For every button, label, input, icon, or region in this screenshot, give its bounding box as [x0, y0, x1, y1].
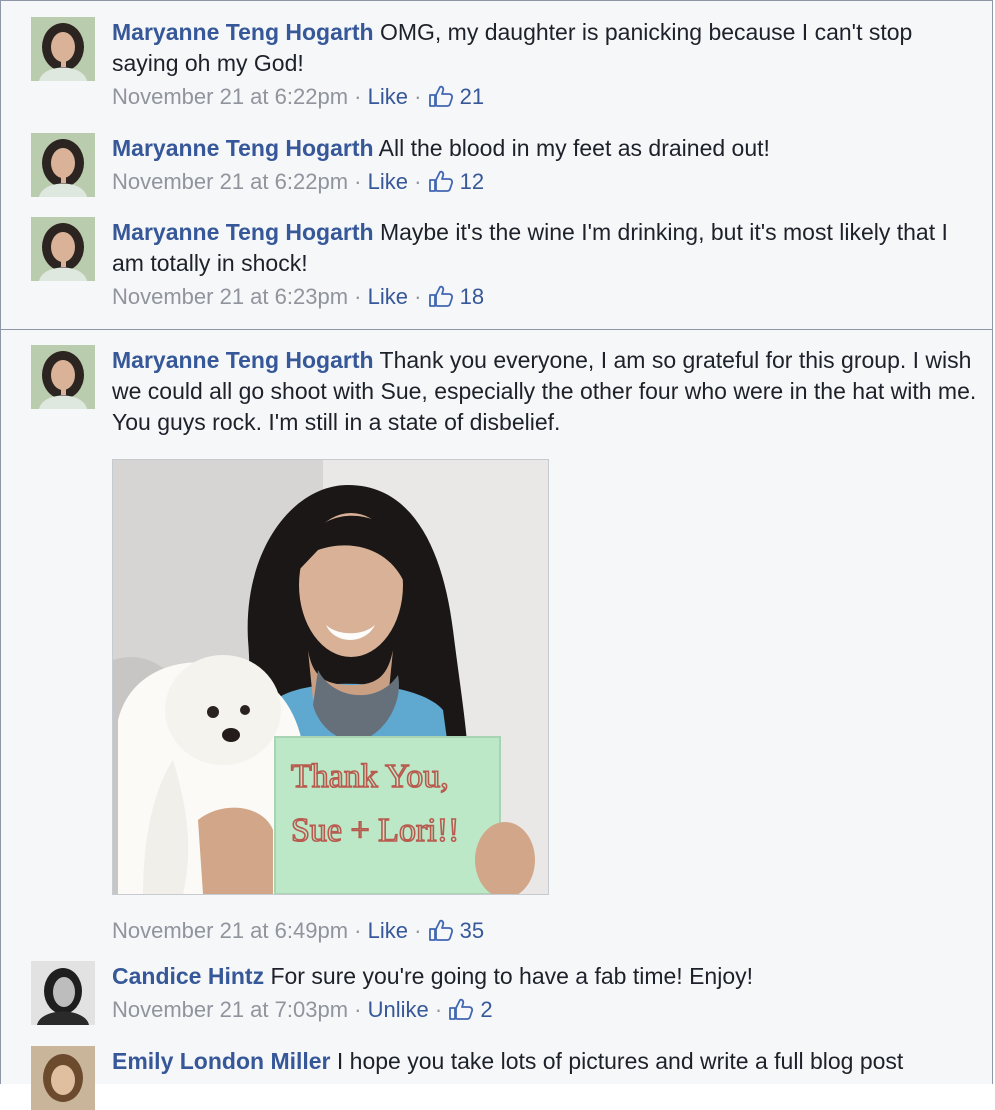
author-name[interactable]: Maryanne Teng Hogarth — [112, 347, 374, 373]
like-count[interactable]: 35 — [460, 918, 484, 943]
avatar[interactable] — [31, 961, 95, 1025]
sign-text-line1: Thank You, — [291, 758, 449, 795]
avatar[interactable] — [31, 133, 95, 197]
timestamp[interactable]: November 21 at 7:03pm — [112, 997, 348, 1022]
like-count[interactable]: 2 — [480, 997, 492, 1022]
author-name[interactable]: Emily London Miller — [112, 1048, 331, 1074]
comment-meta: November 21 at 6:49pm · Like · 35 — [112, 916, 978, 946]
separator: · — [348, 169, 368, 194]
comment-text: All the blood in my feet as drained out! — [378, 135, 770, 161]
comments-panel-main: Maryanne Teng Hogarth Thank you everyone… — [0, 329, 993, 1110]
like-link[interactable]: Like — [368, 284, 408, 309]
comment-body: Maryanne Teng Hogarth All the blood in m… — [112, 133, 978, 164]
thumbs-up-icon[interactable] — [428, 919, 454, 941]
separator: · — [348, 284, 368, 309]
like-link[interactable]: Like — [368, 918, 408, 943]
thumbs-up-icon[interactable] — [428, 285, 454, 307]
avatar[interactable] — [31, 1046, 95, 1110]
like-count[interactable]: 18 — [460, 284, 484, 309]
thumbs-up-icon[interactable] — [428, 170, 454, 192]
separator: · — [348, 918, 368, 943]
author-name[interactable]: Maryanne Teng Hogarth — [112, 219, 374, 245]
like-count[interactable]: 21 — [460, 84, 484, 109]
comment-body: Maryanne Teng Hogarth OMG, my daughter i… — [112, 17, 978, 79]
timestamp[interactable]: November 21 at 6:22pm — [112, 169, 348, 194]
thumbs-up-icon[interactable] — [428, 85, 454, 107]
comment-meta: November 21 at 6:22pm · Like · 12 — [112, 167, 978, 197]
comment-meta: November 21 at 7:03pm · Unlike · 2 — [112, 995, 978, 1025]
avatar[interactable] — [31, 17, 95, 81]
timestamp[interactable]: November 21 at 6:49pm — [112, 918, 348, 943]
separator: · — [348, 997, 368, 1022]
comment-meta: November 21 at 6:23pm · Like · 18 — [112, 282, 978, 312]
comment-photo[interactable]: Thank You, Sue + Lori!! — [112, 459, 549, 895]
comments-panel-top: Maryanne Teng Hogarth OMG, my daughter i… — [0, 0, 993, 330]
author-name[interactable]: Maryanne Teng Hogarth — [112, 19, 374, 45]
unlike-link[interactable]: Unlike — [368, 997, 429, 1022]
like-count[interactable]: 12 — [460, 169, 484, 194]
like-link[interactable]: Like — [368, 84, 408, 109]
photo-image: Thank You, Sue + Lori!! — [113, 460, 548, 894]
sign-text-line2: Sue + Lori!! — [291, 812, 459, 849]
comment-body: Maryanne Teng Hogarth Maybe it's the win… — [112, 217, 978, 279]
separator: · — [407, 918, 428, 943]
separator: · — [407, 169, 428, 194]
comment-body: Emily London Miller I hope you take lots… — [112, 1046, 978, 1077]
author-name[interactable]: Candice Hintz — [112, 963, 264, 989]
author-name[interactable]: Maryanne Teng Hogarth — [112, 135, 374, 161]
separator: · — [407, 284, 428, 309]
thumbs-up-icon[interactable] — [448, 998, 474, 1020]
timestamp[interactable]: November 21 at 6:23pm — [112, 284, 348, 309]
separator: · — [428, 997, 449, 1022]
comment-body: Candice Hintz For sure you're going to h… — [112, 961, 978, 992]
comment-text: For sure you're going to have a fab time… — [270, 963, 754, 989]
comment-body: Maryanne Teng Hogarth Thank you everyone… — [112, 345, 978, 438]
comment-text: I hope you take lots of pictures and wri… — [336, 1048, 904, 1074]
avatar[interactable] — [31, 345, 95, 409]
avatar[interactable] — [31, 217, 95, 281]
timestamp[interactable]: November 21 at 6:22pm — [112, 84, 348, 109]
comment-meta: November 21 at 6:22pm · Like · 21 — [112, 82, 978, 112]
separator: · — [348, 84, 368, 109]
separator: · — [407, 84, 428, 109]
like-link[interactable]: Like — [368, 169, 408, 194]
